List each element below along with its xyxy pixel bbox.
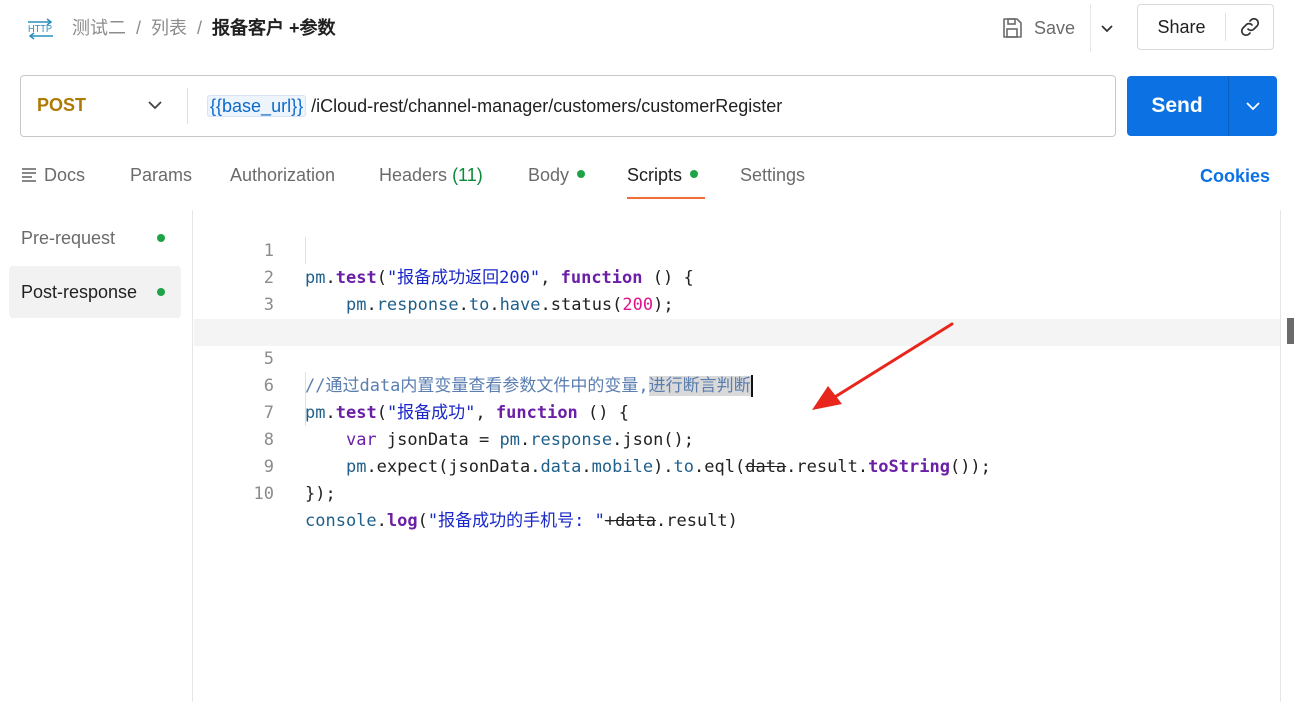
headers-count-badge: (11) [452, 165, 483, 185]
script-editor[interactable]: 1 pm.test("报备成功返回200", function () { 2 p… [194, 210, 1280, 702]
send-button[interactable]: Send [1127, 76, 1227, 136]
request-title[interactable]: 报备客户 +参数 [212, 18, 336, 38]
code-line: 1 pm.test("报备成功返回200", function () { [194, 211, 1280, 288]
tab-scripts[interactable]: Scripts [627, 160, 699, 200]
tab-authorization[interactable]: Authorization [230, 160, 335, 200]
share-group: Share [1137, 4, 1274, 50]
method-select[interactable]: POST [37, 95, 86, 116]
tab-params[interactable]: Params [130, 160, 192, 200]
code-line: 8 pm.expect(jsonData.data.mobile).to.eql… [194, 400, 1280, 477]
breadcrumb: 测试二 / 列表 / 报备客户 +参数 [72, 16, 336, 40]
url-variable[interactable]: {{base_url}} [207, 95, 307, 117]
code-line: 6 pm.test("报备成功", function () { [194, 346, 1280, 423]
post-response-item[interactable]: Post-response [9, 266, 181, 318]
copy-link-icon[interactable] [1238, 15, 1262, 39]
script-phase-nav: Pre-request Post-response [0, 210, 193, 702]
request-tabs: Docs Params Authorization Headers (11) B… [20, 160, 1280, 200]
tab-label: Body [528, 165, 570, 185]
cookies-link[interactable]: Cookies [1200, 166, 1270, 187]
line-number: 10 [253, 484, 274, 504]
breadcrumb-separator: / [197, 18, 203, 38]
divider [187, 88, 188, 124]
url-input[interactable]: {{base_url}} /iCloud-rest/channel-manage… [207, 94, 782, 118]
tab-label: Scripts [627, 165, 683, 185]
status-dot [690, 170, 699, 179]
pre-request-item[interactable]: Pre-request [9, 212, 181, 264]
scroll-position-marker [1287, 318, 1294, 344]
status-dot [157, 288, 165, 296]
code-line: 2 pm.response.to.have.status(200); [194, 238, 1280, 315]
code-line: 4 [194, 292, 1280, 342]
save-label: Save [1034, 17, 1076, 38]
phase-label: Pre-request [21, 228, 116, 248]
request-header: HTTP 测试二 / 列表 / 报备客户 +参数 Save Share [0, 0, 1294, 56]
code-line-active: 5 //通过data内置变量查看参数文件中的变量,进行断言判断 [194, 319, 1280, 397]
docs-icon [22, 168, 36, 183]
status-dot [157, 234, 165, 242]
http-request-icon: HTTP [28, 18, 53, 40]
breadcrumb-folder[interactable]: 列表 [151, 18, 187, 38]
breadcrumb-collection[interactable]: 测试二 [72, 18, 126, 38]
chevron-down-icon[interactable] [145, 95, 165, 115]
chevron-down-icon[interactable] [1243, 96, 1263, 116]
divider [1228, 76, 1229, 136]
url-path: /iCloud-rest/channel-manager/customers/c… [306, 96, 783, 116]
breadcrumb-separator: / [136, 18, 142, 38]
editor-scrollbar[interactable] [1280, 210, 1294, 702]
tab-docs[interactable]: Docs [20, 160, 85, 200]
tab-headers[interactable]: Headers (11) [379, 160, 483, 200]
save-button[interactable]: Save [1000, 14, 1075, 42]
tab-label: Docs [44, 165, 86, 185]
code-text: console.log("报备成功的手机号: "+data.result) [305, 511, 738, 531]
share-button[interactable]: Share [1138, 5, 1225, 49]
status-dot [577, 170, 586, 179]
save-options-button[interactable] [1090, 4, 1123, 52]
code-line: 3 }); [194, 265, 1280, 342]
active-tab-indicator [627, 197, 705, 199]
tab-label: Headers [379, 165, 448, 185]
tab-settings[interactable]: Settings [740, 160, 805, 200]
code-line: 7 var jsonData = pm.response.json(); [194, 373, 1280, 450]
save-icon [1003, 18, 1022, 38]
send-group: Send [1127, 76, 1277, 136]
http-icon-label: HTTP [28, 24, 52, 35]
phase-label: Post-response [21, 282, 138, 302]
divider [1225, 13, 1226, 41]
code-line: 10 console.log("报备成功的手机号: "+data.result) [194, 454, 1280, 531]
tab-body[interactable]: Body [528, 160, 586, 200]
url-bar: POST {{base_url}} /iCloud-rest/channel-m… [20, 75, 1116, 137]
chevron-down-icon [1101, 25, 1113, 33]
code-text: }); [305, 484, 336, 504]
code-line: 9 }); [194, 427, 1280, 504]
